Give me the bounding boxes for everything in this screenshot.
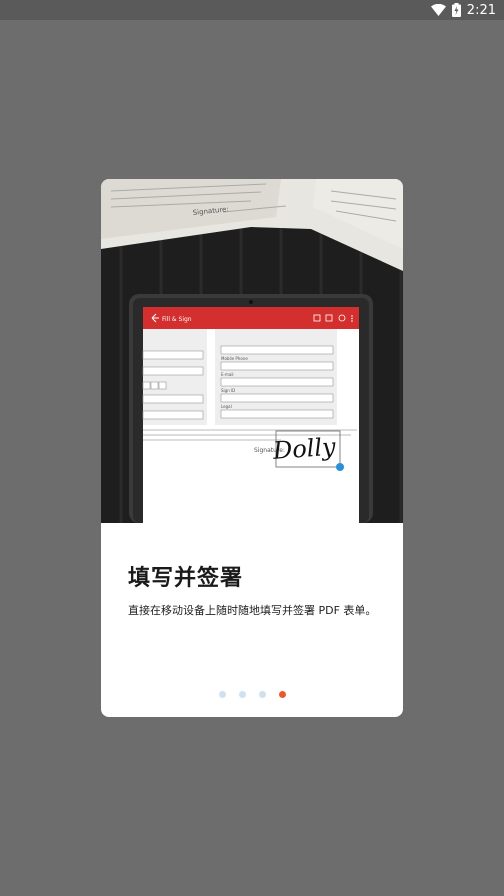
- clock: 2:21: [466, 2, 496, 18]
- handwritten-signature: Dolly: [271, 433, 337, 465]
- page-indicator: [101, 691, 403, 701]
- form-label-sign-id: Sign ID: [221, 388, 235, 393]
- form-label-email: E-mail: [221, 372, 234, 377]
- battery-charging-icon: [451, 3, 461, 17]
- app-bar-title: Fill & Sign: [162, 316, 192, 323]
- hero-illustration: Signature: Fill & Sign Mobile Phone E-ma…: [101, 179, 403, 523]
- form-label-mobile: Mobile Phone: [221, 356, 248, 361]
- status-icons: 2:21: [430, 0, 496, 20]
- page-dot-1[interactable]: [218, 691, 226, 698]
- page-dot-3[interactable]: [258, 691, 266, 698]
- status-bar: 2:21: [0, 0, 504, 20]
- form-label-legal: Legal: [221, 404, 232, 409]
- onboarding-description: 直接在移动设备上随时随地填写并签署 PDF 表单。: [128, 604, 377, 617]
- onboarding-title: 填写并签署: [128, 566, 244, 591]
- page-dot-2[interactable]: [238, 691, 246, 698]
- page-dot-4-active[interactable]: [278, 691, 286, 698]
- onboarding-card[interactable]: Signature: Fill & Sign Mobile Phone E-ma…: [101, 179, 403, 717]
- wifi-icon: [430, 4, 446, 16]
